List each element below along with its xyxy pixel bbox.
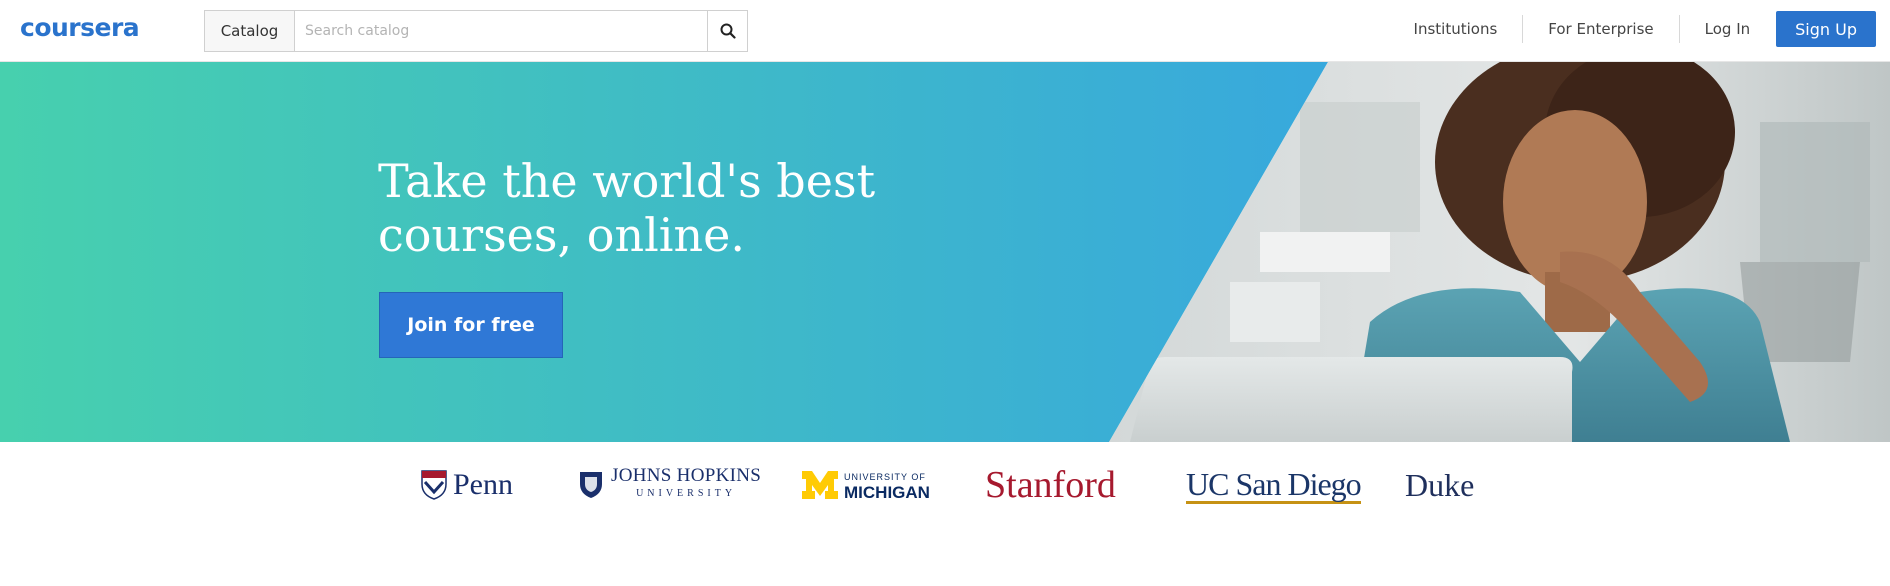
search-input[interactable] — [295, 11, 707, 51]
jhu-sub-text: UNIVERSITY — [636, 488, 737, 499]
coursera-logo[interactable]: coursera — [20, 13, 140, 42]
top-navbar: coursera Catalog Institutions For Enterp… — [0, 0, 1890, 62]
nav-institutions-link[interactable]: Institutions — [1389, 20, 1523, 38]
hero-title: Take the world's best courses, online. — [378, 154, 876, 262]
search-icon — [720, 23, 736, 39]
michigan-logo[interactable]: UNIVERSITY OF MICHIGAN — [802, 463, 930, 507]
header-nav: Institutions For Enterprise Log In Sign … — [1389, 11, 1876, 47]
search-button[interactable] — [707, 11, 747, 51]
search-group: Catalog — [204, 10, 748, 52]
jhu-wordmark: JOHNS HOPKINS UNIVERSITY — [611, 465, 762, 503]
duke-wordmark: Duke — [1405, 466, 1475, 503]
hero-banner: Take the world's best courses, online. J… — [0, 62, 1890, 442]
partner-logos-bar: Penn JOHNS HOPKINS UNIVERSITY UNIVERSITY… — [0, 443, 1890, 586]
catalog-button[interactable]: Catalog — [205, 11, 295, 51]
michigan-wordmark: UNIVERSITY OF MICHIGAN — [844, 469, 930, 501]
michigan-main-text: MICHIGAN — [844, 483, 930, 502]
penn-wordmark: Penn — [453, 468, 513, 501]
jhu-main-text: JOHNS HOPKINS — [611, 465, 762, 486]
duke-logo[interactable]: Duke — [1405, 463, 1474, 507]
jhu-shield-icon — [580, 472, 602, 498]
signup-button[interactable]: Sign Up — [1776, 11, 1876, 47]
nav-login-link[interactable]: Log In — [1680, 20, 1776, 38]
michigan-block-m-icon — [802, 471, 838, 499]
penn-shield-icon — [421, 470, 447, 500]
join-for-free-button[interactable]: Join for free — [379, 292, 563, 358]
jhu-logo[interactable]: JOHNS HOPKINS UNIVERSITY — [579, 463, 761, 507]
nav-enterprise-link[interactable]: For Enterprise — [1523, 20, 1678, 38]
stanford-logo[interactable]: Stanford — [985, 463, 1116, 507]
stanford-wordmark: Stanford — [985, 464, 1116, 506]
ucsd-logo[interactable]: UC San Diego — [1186, 463, 1362, 507]
penn-logo[interactable]: Penn — [421, 463, 513, 507]
ucsd-wordmark: UC San Diego — [1186, 465, 1362, 504]
